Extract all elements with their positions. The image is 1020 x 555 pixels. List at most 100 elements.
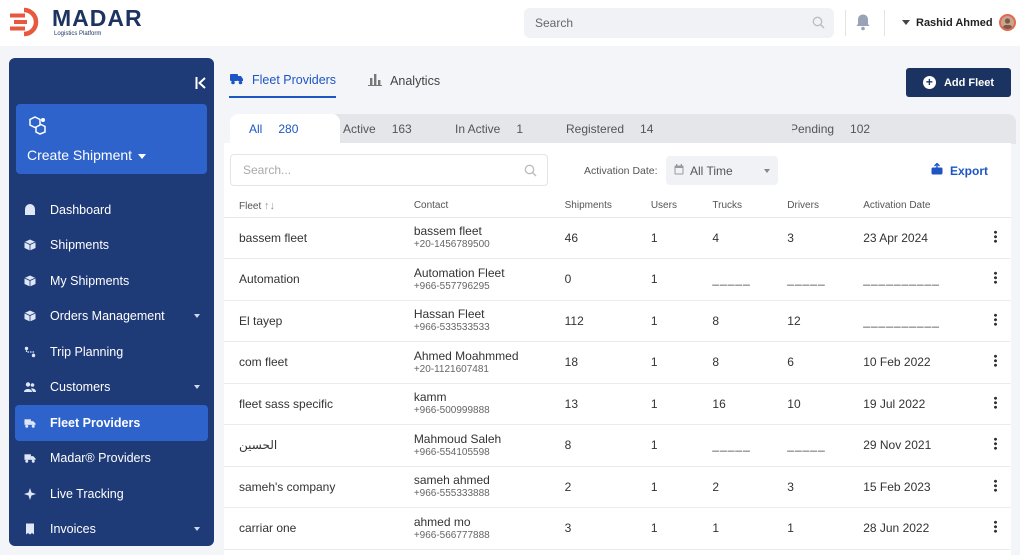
chevron-down-icon [764,169,770,173]
table-row[interactable]: الحسين Mahmoud Saleh +966-554105598 8 1 _____… [224,424,1011,467]
cell-shipments: 8 [564,424,651,467]
row-actions-icon[interactable] [980,258,1011,301]
sidebar-item-trip-planning[interactable]: Trip Planning [15,334,208,370]
notification-bell-icon[interactable] [855,13,871,34]
tab-fleet-providers-label: Fleet Providers [252,73,337,87]
cell-fleet: El tayep [224,300,414,342]
chevron-down-icon[interactable] [194,313,200,318]
row-actions-icon[interactable] [980,300,1011,342]
table-row[interactable]: sameh's company sameh ahmed +966-555333888… [224,466,1011,508]
tab-registered-count: 14 [640,122,654,136]
contact-name: Hassan Fleet [413,307,485,322]
cell-contact: Hassan Fleet +966-533533533 [413,300,565,342]
row-actions-icon[interactable] [980,341,1011,384]
main-tabs: Fleet Providers Analytics [229,72,472,98]
cell-drivers: 10 [787,383,864,425]
cell-shipments: 13 [564,383,651,425]
collapse-sidebar-icon[interactable] [195,76,207,93]
tab-pending[interactable]: Pending 102 [776,114,1016,144]
table-row[interactable]: Automation Automation Fleet +966-557796295… [224,258,1011,301]
table-row[interactable]: com fleet Ahmed Moahmmed +20-1121607481 18 1… [224,341,1011,384]
cell-shipments: 2 [564,466,651,508]
sidebar-item-orders-management[interactable]: Orders Management [15,299,208,335]
cell-trucks: 2 [712,466,788,508]
column-header-contact: Contact [413,195,565,218]
row-actions-icon[interactable] [980,217,1011,259]
chevron-down-icon[interactable] [194,526,200,531]
tab-registered[interactable]: Registered 14 [552,114,792,144]
user-menu[interactable]: Rashid Ahmed [902,14,1016,31]
bar-chart-icon [368,73,383,89]
sidebar-item-fleet-providers[interactable]: Fleet Providers [15,405,208,441]
sidebar-item-madar-providers[interactable]: Madar® Providers [15,441,208,477]
row-actions-icon[interactable] [980,424,1011,467]
tab-in-active[interactable]: In Active 1 [441,114,566,144]
box-icon [24,239,36,251]
column-header-actions [980,195,1011,218]
sidebar-item-label: Orders Management [50,309,165,324]
cell-drivers: 12 [787,300,864,342]
table-row[interactable]: bassem fleet bassem fleet +20-1456789500 46… [224,217,1011,259]
cell-trucks: 4 [712,217,788,259]
tab-in-active-count: 1 [516,122,524,136]
contact-name: kamm [413,390,447,405]
add-fleet-button[interactable]: + Add Fleet [906,68,1011,97]
table-row[interactable]: El tayep Hassan Fleet +966-533533533 112 1 8 1… [224,300,1011,342]
tab-active-count: 163 [391,122,412,136]
box-icon [24,310,36,322]
sidebar-item-label: Dashboard [50,202,112,217]
export-button[interactable]: Export [931,162,988,178]
contact-name: Ahmed Moahmmed [413,348,519,363]
user-name: Rashid Ahmed [916,16,993,29]
cell-contact: Automation Fleet +966-557796295 [413,258,565,301]
chevron-down-icon [902,20,910,25]
cell-contact: ahmed mo +966-566777888 [413,507,565,550]
cell-drivers: _____ [787,424,864,467]
cell-activation-date: __________ [863,258,981,301]
create-shipment-button[interactable]: Create Shipment [16,104,207,174]
global-search-input[interactable]: Search [524,8,834,38]
sidebar-item-live-tracking[interactable]: Live Tracking [15,476,208,512]
cell-contact: kamm +966-500999888 [413,383,565,425]
cell-drivers: 3 [787,217,864,259]
contact-phone: +966-533533533 [413,322,490,334]
cell-trucks: _____ [712,424,788,467]
cell-shipments: 0 [564,258,651,301]
box-icon [24,275,36,287]
sort-icon[interactable]: ↑↓ [264,200,275,212]
row-actions-icon[interactable] [980,507,1011,550]
sidebar-item-my-shipments[interactable]: My Shipments [15,263,208,299]
table-row[interactable]: carriar one ahmed mo +966-566777888 3 1 1 1 28 … [224,507,1011,550]
column-header-drivers: Drivers [787,195,864,218]
avatar[interactable] [998,14,1016,31]
sidebar-item-label: Fleet Providers [50,415,141,430]
tab-all[interactable]: All 280 [230,114,340,144]
tab-active[interactable]: Active 163 [329,114,455,144]
sidebar-menu: Dashboard Shipments My Shipments Orders Man… [15,192,208,546]
tab-all-count: 280 [278,122,299,136]
logo[interactable]: MADAR Logistics Platform [10,7,143,37]
table-header-row: Fleet ↑↓ Contact Shipments Users Trucks … [224,195,1011,218]
chevron-down-icon[interactable] [194,384,200,389]
sidebar-item-customers[interactable]: Customers [15,370,208,406]
cell-contact: sameh ahmed +966-555333888 [413,466,565,508]
tab-analytics[interactable]: Analytics [368,72,440,98]
tab-fleet-providers[interactable]: Fleet Providers [229,72,337,98]
row-actions-icon[interactable] [980,383,1011,425]
cell-contact: Ahmed Moahmmed +20-1121607481 [413,341,565,384]
column-header-fleet[interactable]: Fleet ↑↓ [224,195,414,218]
sidebar-item-dashboard[interactable]: Dashboard [15,192,208,228]
sidebar-item-shipments[interactable]: Shipments [15,228,208,264]
row-actions-icon[interactable] [980,466,1011,508]
sidebar-item-label: Invoices [50,522,96,537]
dashboard-icon [24,203,36,216]
sidebar-item-invoices[interactable]: Invoices [15,512,208,547]
table-row[interactable]: fleet sass specific kamm +966-500999888 13 1… [224,383,1011,425]
sidebar-item-label: Live Tracking [50,486,124,501]
cell-trucks: 8 [712,300,788,342]
table-search-input[interactable]: Search... [230,154,548,186]
sidebar: Create Shipment Dashboard Shipments My Shi… [9,58,214,546]
activation-date-select[interactable]: All Time [666,156,778,185]
cell-fleet: fleet sass specific [224,383,414,425]
divider [884,10,885,36]
